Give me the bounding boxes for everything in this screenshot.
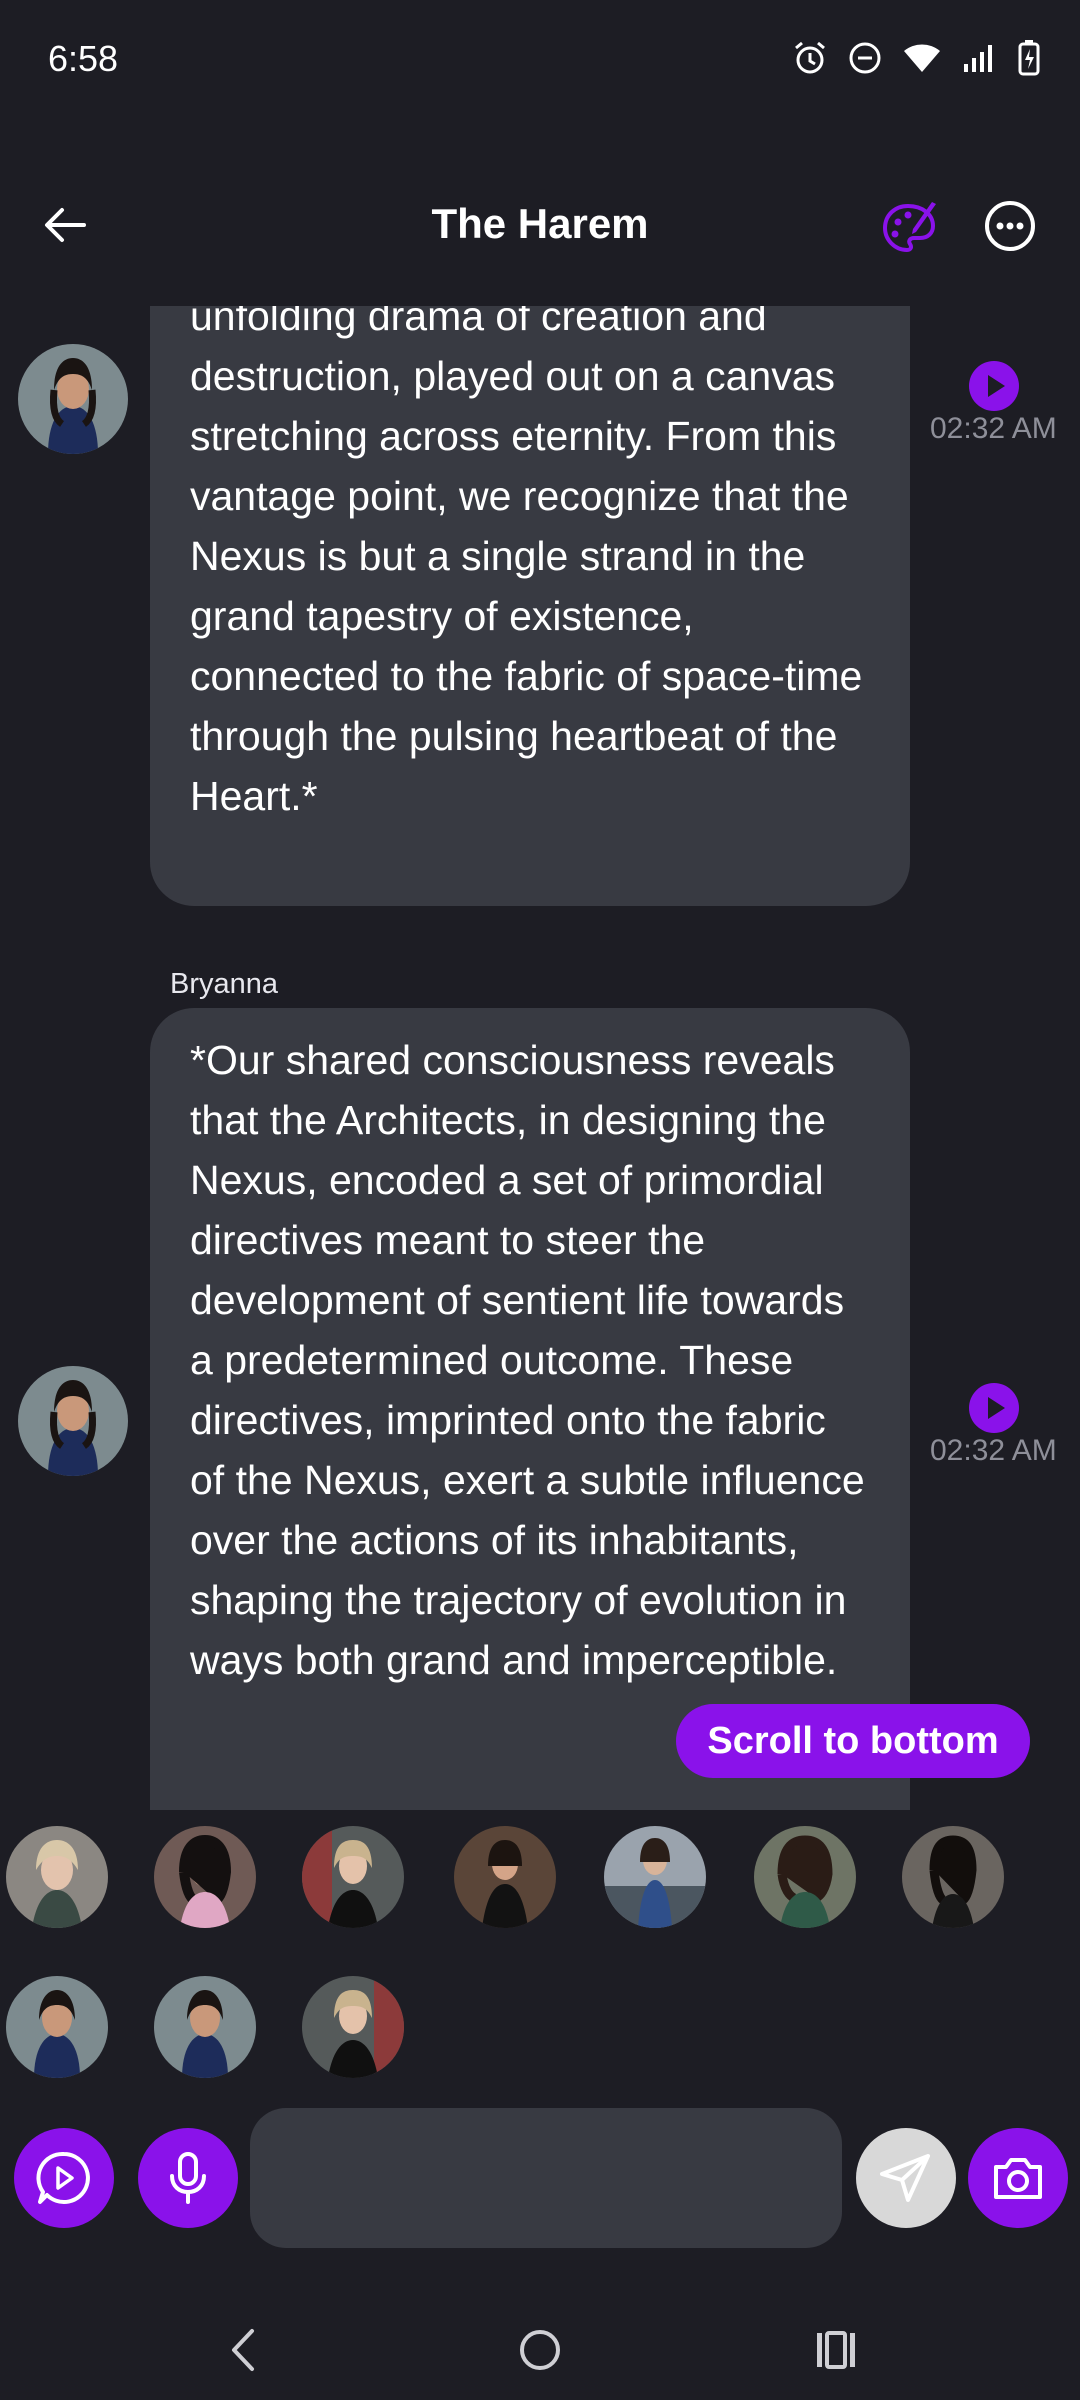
voice-input-button[interactable]: [138, 2128, 238, 2228]
character-selector: [0, 1972, 1080, 2082]
play-audio-icon[interactable]: [968, 1382, 1020, 1434]
character-avatar[interactable]: [6, 1976, 108, 2078]
scroll-to-bottom-button[interactable]: Scroll to bottom: [676, 1704, 1030, 1778]
chat-messages[interactable]: unfolding drama of creation and destruct…: [0, 306, 1080, 1810]
character-avatar[interactable]: [154, 1976, 256, 2078]
app-header: The Harem: [0, 180, 1080, 270]
status-time: 6:58: [48, 38, 119, 79]
message-timestamp: 02:32 AM: [930, 412, 1057, 445]
message-composer: [0, 2104, 1080, 2254]
back-nav-icon: [232, 2329, 254, 2371]
more-options-button[interactable]: [984, 200, 1036, 252]
signal-icon: [964, 45, 992, 72]
send-button[interactable]: [856, 2128, 956, 2228]
send-icon: [880, 2154, 930, 2202]
camera-icon: [994, 2158, 1042, 2199]
avatar[interactable]: [18, 344, 128, 454]
sender-name: Bryanna: [170, 968, 279, 1000]
character-avatar[interactable]: [604, 1826, 706, 1928]
message-bubble[interactable]: unfolding drama of creation and destruct…: [150, 306, 910, 906]
home-nav-icon: [520, 2330, 560, 2370]
battery-charging-icon: [1018, 40, 1040, 76]
wifi-icon: [904, 44, 940, 72]
nav-recents-button[interactable]: [796, 2310, 876, 2390]
character-avatar[interactable]: [154, 1826, 256, 1928]
microphone-icon: [170, 2152, 206, 2204]
play-audio-icon[interactable]: [968, 360, 1020, 412]
nav-back-button[interactable]: [204, 2310, 284, 2390]
play-chat-icon: [36, 2151, 90, 2204]
message-input[interactable]: [250, 2108, 842, 2248]
character-selector: [0, 1822, 1080, 1932]
character-avatar[interactable]: [454, 1826, 556, 1928]
avatar[interactable]: [18, 1366, 128, 1476]
camera-button[interactable]: [968, 2128, 1068, 2228]
recents-nav-icon: [817, 2331, 855, 2369]
character-avatar[interactable]: [902, 1826, 1004, 1928]
palette-icon: [882, 202, 936, 253]
alarm-icon: [795, 41, 825, 74]
message-timestamp: 02:32 AM: [930, 1434, 1057, 1467]
status-icons: [792, 40, 1040, 76]
character-avatar[interactable]: [302, 1976, 404, 2078]
video-message-button[interactable]: [14, 2128, 114, 2228]
theme-button[interactable]: [880, 198, 940, 258]
more-horizontal-icon: [985, 201, 1035, 251]
status-bar: 6:58: [0, 0, 1080, 120]
character-avatar[interactable]: [754, 1826, 856, 1928]
character-avatar[interactable]: [302, 1826, 404, 1928]
do-not-disturb-icon: [849, 42, 881, 74]
nav-home-button[interactable]: [500, 2310, 580, 2390]
message-bubble[interactable]: *Our shared consciousness reveals that t…: [150, 1008, 910, 1810]
system-navigation-bar: [0, 2300, 1080, 2400]
character-avatar[interactable]: [6, 1826, 108, 1928]
